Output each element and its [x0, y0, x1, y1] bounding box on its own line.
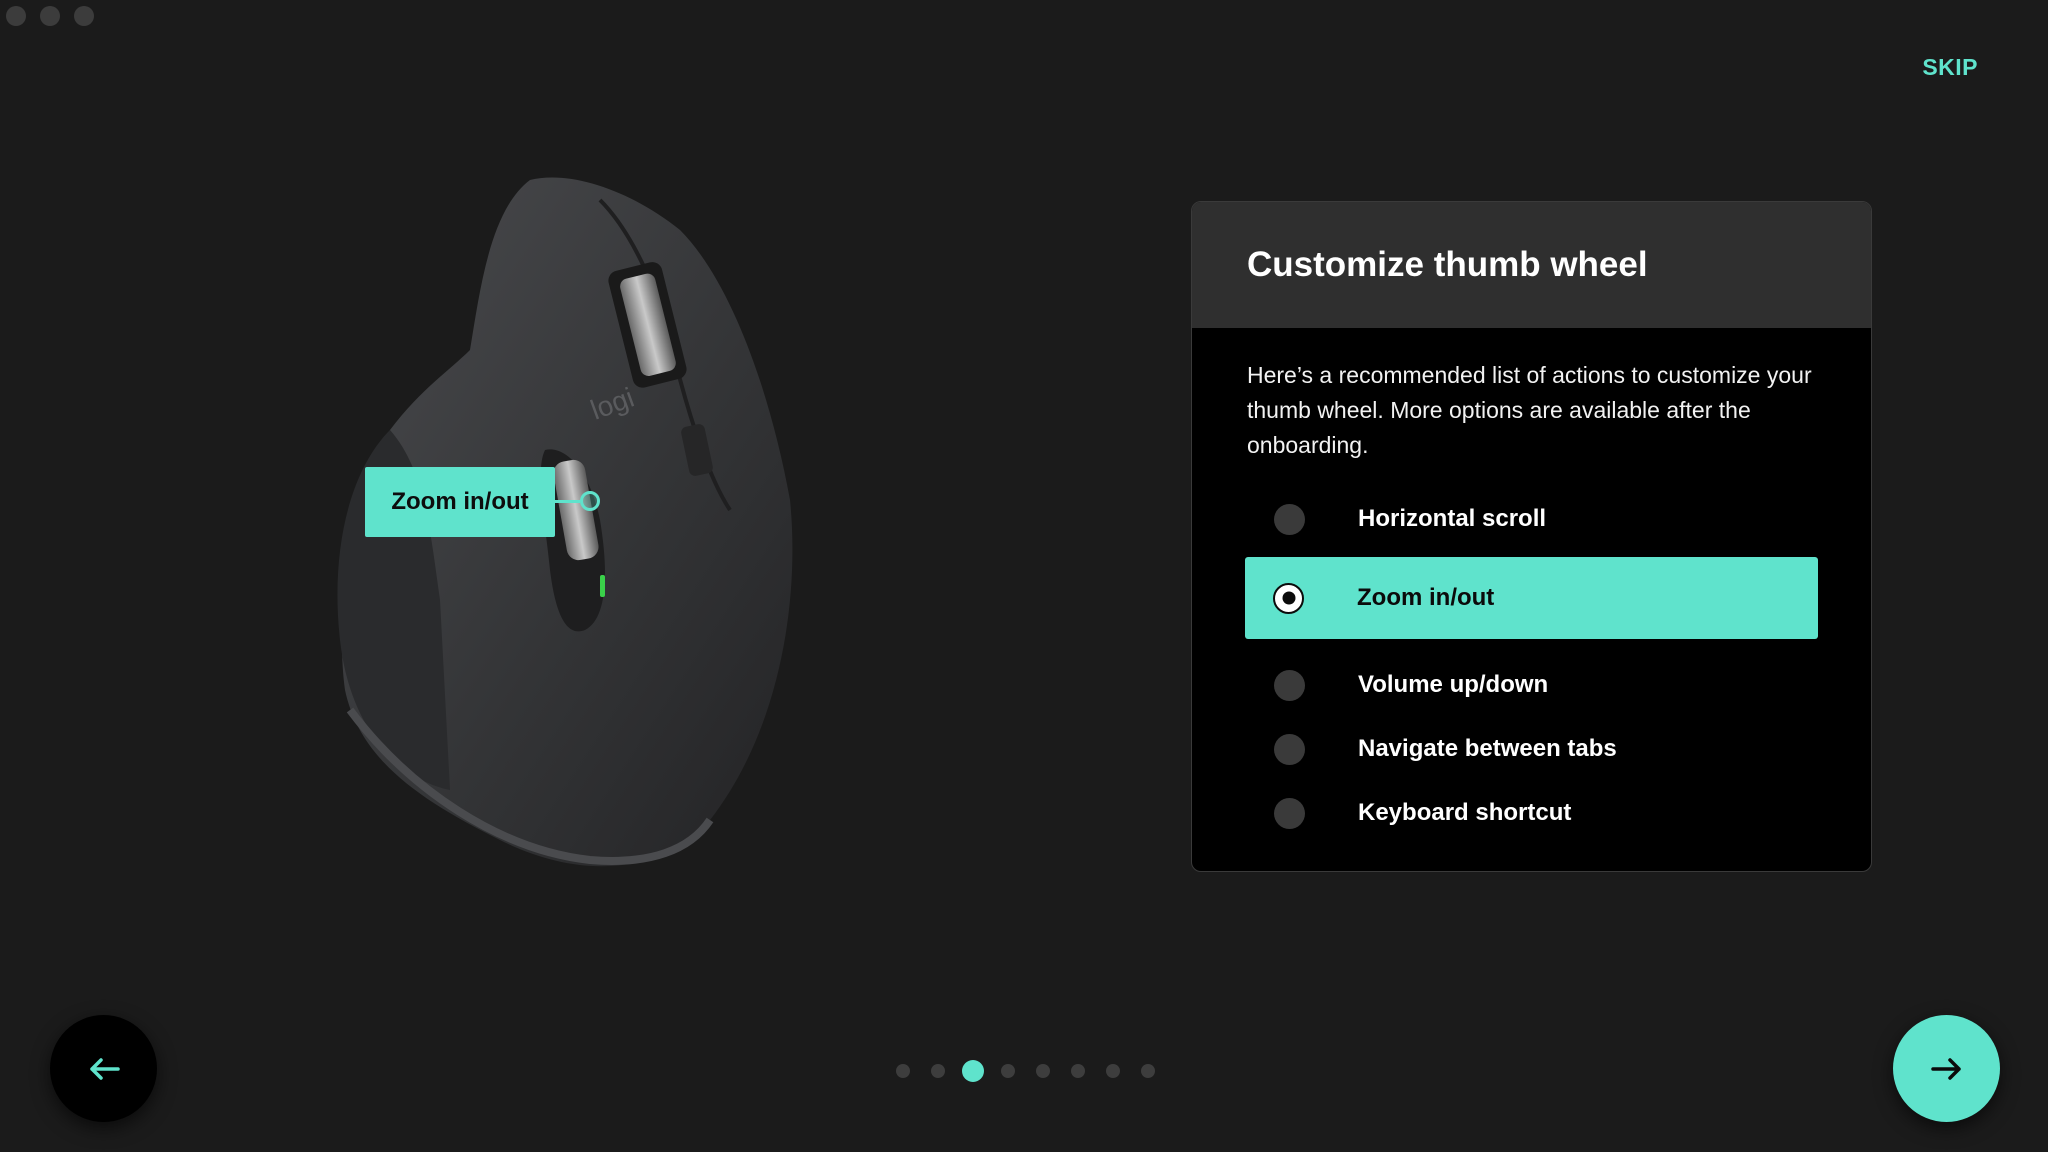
- callout-connector: [555, 500, 580, 503]
- option-horizontal-scroll[interactable]: Horizontal scroll: [1192, 487, 1871, 551]
- arrow-left-icon: [89, 1057, 120, 1080]
- radio-selected-icon[interactable]: [1273, 582, 1304, 614]
- radio-icon[interactable]: [1274, 797, 1305, 829]
- option-label: Keyboard shortcut: [1358, 799, 1572, 826]
- card-description: Here’s a recommended list of actions to …: [1247, 362, 1812, 458]
- page-dot[interactable]: [1071, 1064, 1085, 1078]
- minimize-window-button[interactable]: [40, 6, 60, 26]
- option-label: Navigate between tabs: [1358, 735, 1617, 762]
- page-dot[interactable]: [1001, 1064, 1015, 1078]
- page-dot[interactable]: [1036, 1064, 1050, 1078]
- action-options: Horizontal scroll Zoom in/out Volume up/…: [1192, 487, 1871, 845]
- skip-button[interactable]: SKIP: [1922, 54, 1978, 81]
- page-indicator: [896, 1060, 1176, 1082]
- close-window-button[interactable]: [6, 6, 26, 26]
- next-button[interactable]: [1893, 1015, 2000, 1122]
- back-button[interactable]: [50, 1015, 157, 1122]
- option-label: Horizontal scroll: [1358, 505, 1547, 532]
- thumb-wheel-callout: Zoom in/out: [365, 467, 555, 537]
- option-zoom-in-out[interactable]: Zoom in/out: [1245, 557, 1818, 639]
- arrow-right-icon: [1930, 1057, 1961, 1080]
- window-controls: [6, 6, 94, 26]
- radio-icon[interactable]: [1274, 733, 1305, 765]
- page-dot-current[interactable]: [962, 1060, 984, 1082]
- option-label: Volume up/down: [1358, 671, 1549, 698]
- page-dot[interactable]: [1106, 1064, 1120, 1078]
- option-label: Zoom in/out: [1357, 584, 1495, 611]
- option-keyboard-shortcut[interactable]: Keyboard shortcut: [1192, 781, 1871, 845]
- page-dot[interactable]: [896, 1064, 910, 1078]
- option-navigate-between-tabs[interactable]: Navigate between tabs: [1192, 717, 1871, 781]
- page-dot[interactable]: [1141, 1064, 1155, 1078]
- callout-target-dot: [580, 491, 600, 511]
- card-title: Customize thumb wheel: [1192, 202, 1871, 328]
- option-volume-up-down[interactable]: Volume up/down: [1192, 653, 1871, 717]
- customize-card: Customize thumb wheel Here’s a recommend…: [1191, 201, 1872, 872]
- maximize-window-button[interactable]: [74, 6, 94, 26]
- radio-icon[interactable]: [1274, 503, 1305, 535]
- radio-icon[interactable]: [1274, 669, 1305, 701]
- page-dot[interactable]: [931, 1064, 945, 1078]
